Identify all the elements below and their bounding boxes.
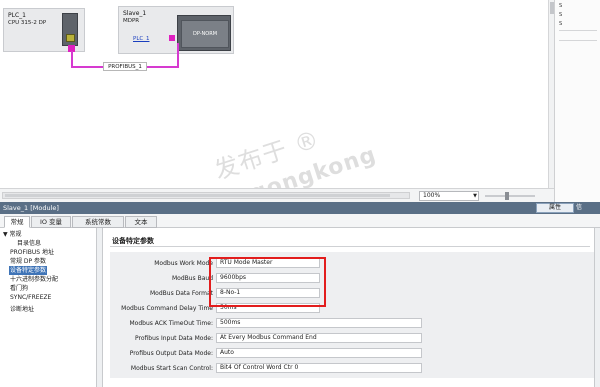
properties-tab[interactable]: 属性 [536, 203, 574, 213]
canvas-toolbar: 100% ▼ [0, 188, 554, 202]
divider [559, 30, 597, 31]
nav-item-diagnostic-address[interactable]: 诊断地址 [10, 305, 34, 314]
plc-cpu-module-icon [62, 13, 78, 46]
tab-texts[interactable]: 文本 [125, 216, 157, 228]
param-label: Modbus ACK TimeOut Time: [129, 320, 213, 327]
nav-item-sync-freeze[interactable]: SYNC/FREEZE [10, 293, 51, 302]
slave-master-link[interactable]: PLC_1 [133, 36, 149, 42]
scrollbar-thumb[interactable] [5, 194, 390, 197]
network-view-canvas[interactable]: PLC_1 CPU 315-2 DP Slave_1 MDPR PLC_1 DP… [0, 0, 548, 207]
zoom-slider-knob[interactable] [505, 192, 509, 200]
param-label: Profibus Output Data Mode: [129, 350, 213, 357]
canvas-horizontal-scrollbar[interactable] [2, 192, 410, 199]
nav-item-hex-param-assignment[interactable]: 十六进制参数分配 [10, 275, 58, 284]
slave-profibus-port[interactable] [169, 35, 175, 41]
nav-item-device-specific-params[interactable]: 设备特定参数 [9, 266, 48, 275]
zoom-select[interactable]: 100% ▼ [419, 191, 479, 201]
param-label: Modbus Start Scan Control: [130, 365, 213, 372]
chevron-down-icon: ▼ [473, 193, 477, 199]
nav-item-profibus-address[interactable]: PROFIBUS 地址 [10, 248, 54, 257]
param-select[interactable]: 500ms [216, 318, 422, 328]
tab-system-constants[interactable]: 系统常数 [72, 216, 124, 228]
nav-item-general[interactable]: ▼ 常规 [3, 230, 22, 239]
param-label: Modbus Work Mode [154, 260, 213, 267]
overview-item[interactable]: S [559, 21, 562, 27]
properties-navigation: ▼ 常规 目录信息 PROFIBUS 地址 常规 DP 参数 设备特定参数 十六… [0, 228, 97, 387]
nav-item-catalog-info[interactable]: 目录信息 [17, 239, 41, 248]
highlight-annotation-box [209, 257, 326, 307]
dp-module-icon: DP-NORM [177, 15, 231, 51]
slave-device[interactable]: Slave_1 MDPR PLC_1 DP-NORM [118, 6, 234, 54]
profibus-line[interactable] [177, 43, 179, 68]
param-select[interactable]: Auto [216, 348, 422, 358]
section-title: 设备特定参数 [112, 237, 154, 245]
plc-led-icon [66, 34, 75, 42]
profibus-label[interactable]: PROFIBUS_1 [103, 62, 147, 71]
divider [559, 40, 597, 41]
param-select[interactable]: Bit4 Of Control Word Ctr 0 [216, 363, 422, 373]
slave-name: Slave_1 [123, 10, 147, 17]
tab-general[interactable]: 常规 [4, 216, 30, 228]
inspector-tabs: 常规 IO 变量 系统常数 文本 [0, 214, 600, 228]
zoom-value: 100% [423, 192, 441, 199]
properties-content: 设备特定参数 Modbus Work Mode RTU Mode Master … [103, 228, 594, 387]
param-label: ModBus Data Format [150, 290, 213, 297]
param-label: Profibus Input Data Mode: [135, 335, 213, 342]
param-select[interactable]: At Every Modbus Command End [216, 333, 422, 343]
parameter-table: Modbus Work Mode RTU Mode Master ModBus … [110, 252, 594, 378]
overview-item[interactable]: S [559, 12, 562, 18]
plc-name: PLC_1 [8, 12, 26, 19]
properties-title: Slave_1 [Module] [3, 204, 59, 212]
content-scrollbar[interactable] [594, 228, 600, 387]
dp-module-label: DP-NORM [181, 20, 229, 48]
param-label: Modbus Command Delay Time [121, 305, 213, 312]
overview-item[interactable]: S [559, 3, 562, 9]
overview-panel: S S S [554, 0, 600, 202]
tab-io-tags[interactable]: IO 变量 [31, 216, 71, 228]
param-label: ModBus Baud [171, 275, 213, 282]
divider [110, 246, 590, 247]
info-tab[interactable]: 信 [576, 203, 600, 213]
slave-type: MDPR [123, 18, 140, 24]
plc-device[interactable]: PLC_1 CPU 315-2 DP [3, 8, 85, 52]
plc-cpu-type: CPU 315-2 DP [8, 20, 47, 26]
zoom-slider[interactable] [485, 192, 535, 200]
nav-item-watchdog[interactable]: 看门狗 [10, 284, 28, 293]
properties-title-bar: Slave_1 [Module] [0, 202, 600, 214]
nav-item-general-dp-params[interactable]: 常规 DP 参数 [10, 257, 46, 266]
